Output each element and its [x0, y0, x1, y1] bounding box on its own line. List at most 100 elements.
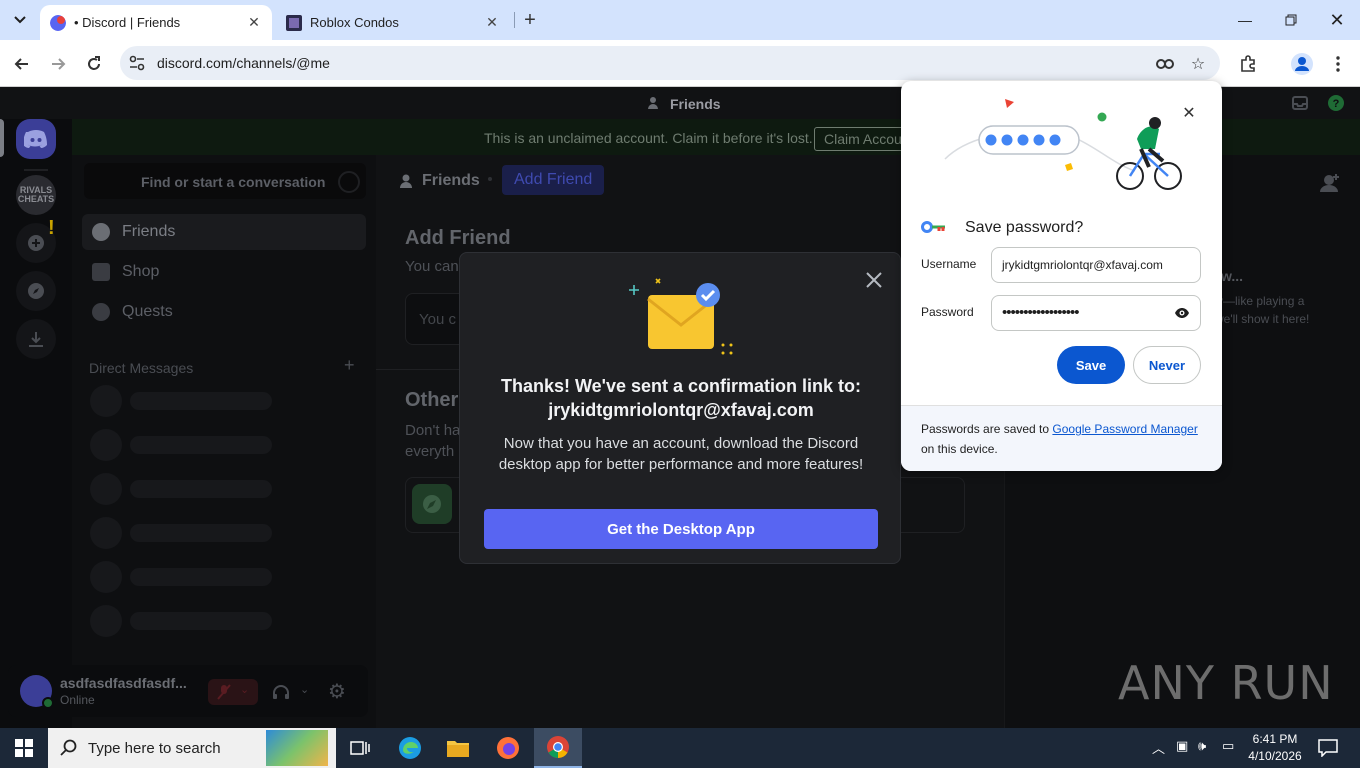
network-icon[interactable]: ▭: [1222, 738, 1234, 754]
tab-close-icon[interactable]: ✕: [482, 13, 502, 33]
tab-discord[interactable]: • Discord | Friends ✕: [40, 5, 272, 40]
add-friend-tab[interactable]: Add Friend: [502, 165, 605, 195]
online-status-dot: [42, 697, 54, 709]
chrome-taskbar-icon[interactable]: [534, 728, 582, 768]
dm-skeleton-bar: [130, 480, 272, 498]
google-password-manager-link[interactable]: Google Password Manager: [1052, 422, 1197, 436]
tab-close-icon[interactable]: ✕: [244, 13, 264, 33]
tray-device-icon[interactable]: ▣: [1176, 738, 1188, 754]
bubble-footer: Passwords are saved to Google Password M…: [901, 405, 1222, 471]
tray-chevron-up-icon[interactable]: ︿: [1152, 738, 1165, 757]
header-divider: [488, 177, 492, 181]
taskbar-clock[interactable]: 6:41 PM 4/10/2026: [1248, 731, 1302, 765]
password-field[interactable]: ••••••••••••••••••: [991, 295, 1201, 331]
user-status: Online: [60, 693, 95, 707]
inbox-icon[interactable]: [1292, 95, 1308, 111]
taskbar-search[interactable]: Type here to search: [48, 728, 336, 768]
edge-taskbar-icon[interactable]: [386, 728, 434, 768]
maximize-button[interactable]: [1268, 0, 1314, 40]
arrow-left-icon: [14, 58, 28, 70]
new-group-dm-icon[interactable]: [1320, 172, 1340, 192]
tab-roblox[interactable]: Roblox Condos ✕: [276, 5, 510, 40]
plus-circle-icon: [28, 235, 44, 251]
nav-quests[interactable]: Quests: [82, 294, 366, 330]
clock-time: 6:41 PM: [1252, 732, 1298, 746]
nav-quests-label: Quests: [122, 303, 173, 320]
volume-icon[interactable]: 🕪: [1198, 738, 1206, 754]
nav-shop[interactable]: Shop: [82, 254, 366, 290]
username-value: jrykidtgmriolontqr@xfavaj.com: [1002, 258, 1163, 272]
deafen-button[interactable]: ⌄: [270, 679, 314, 705]
compass-icon: [412, 484, 452, 524]
username-field[interactable]: jrykidtgmriolontqr@xfavaj.com: [991, 247, 1201, 283]
never-save-button[interactable]: Never: [1133, 346, 1201, 384]
site-info-icon[interactable]: [128, 54, 146, 72]
dm-skeleton-avatar: [90, 517, 122, 549]
download-icon: [29, 332, 43, 347]
modal-heading-line1: Thanks! We've sent a confirmation link t…: [500, 376, 861, 396]
dm-skeleton-avatar: [90, 561, 122, 593]
server-rivals-cheats[interactable]: RIVALS CHEATS: [16, 175, 56, 215]
rail-divider: [24, 169, 48, 171]
puzzle-icon: [1241, 55, 1255, 72]
footer-text: Passwords are saved to: [921, 422, 1053, 436]
download-apps-button[interactable]: [16, 319, 56, 359]
search-icon: [60, 739, 77, 756]
add-friend-placeholder: You c: [419, 311, 456, 328]
direct-messages-home-button[interactable]: [16, 119, 56, 159]
chrome-menu-button[interactable]: [1324, 50, 1352, 78]
start-button[interactable]: [0, 728, 48, 768]
eye-icon[interactable]: [1174, 305, 1190, 321]
tab-title: • Discord | Friends: [74, 15, 181, 30]
create-dm-button[interactable]: +: [344, 355, 355, 376]
notifications-icon[interactable]: [1318, 739, 1338, 757]
kebab-menu-icon: [1336, 56, 1340, 72]
new-tab-button[interactable]: +: [520, 9, 540, 31]
quests-icon: [92, 303, 110, 321]
confirmation-modal: Thanks! We've sent a confirmation link t…: [459, 252, 901, 564]
address-bar[interactable]: discord.com/channels/@me ☆: [120, 46, 1220, 80]
discover-button[interactable]: [16, 271, 56, 311]
password-key-icon[interactable]: [1156, 54, 1176, 74]
server-label: RIVALS CHEATS: [17, 185, 55, 204]
extensions-button[interactable]: [1234, 50, 1262, 78]
file-explorer-taskbar-icon[interactable]: [434, 728, 482, 768]
shop-icon: [92, 263, 110, 281]
reload-button[interactable]: [80, 50, 108, 78]
headphones-icon: [273, 685, 289, 699]
username-label: Username: [921, 257, 977, 271]
dm-skeleton-avatar: [90, 473, 122, 505]
mute-button[interactable]: ⌄: [208, 679, 258, 705]
username: asdfasdfasdfasdf...: [60, 675, 187, 691]
anyrun-watermark: ANY RUN: [1118, 656, 1334, 710]
dm-skeleton-bar: [130, 524, 272, 542]
active-now-text-2: we'll show it here!: [1215, 312, 1310, 326]
friends-icon: [648, 97, 658, 109]
dm-sidebar: Find or start a conversation Friends Sho…: [72, 155, 376, 728]
minimize-button[interactable]: —: [1222, 0, 1268, 40]
forward-button[interactable]: [44, 50, 72, 78]
back-button[interactable]: [8, 50, 36, 78]
get-desktop-app-button[interactable]: Get the Desktop App: [484, 509, 878, 549]
profile-button[interactable]: [1288, 50, 1316, 78]
nav-friends[interactable]: Friends: [82, 214, 366, 250]
bubble-title: Save password?: [965, 219, 1084, 236]
firefox-taskbar-icon[interactable]: [484, 728, 532, 768]
save-password-button[interactable]: Save: [1057, 346, 1125, 384]
add-server-button[interactable]: !: [16, 217, 56, 263]
windows-logo-icon: [15, 739, 33, 757]
bubble-close-button[interactable]: ✕: [1179, 103, 1199, 123]
modal-close-button[interactable]: [863, 269, 885, 291]
claim-account-button[interactable]: Claim Accou: [814, 127, 912, 151]
task-view-button[interactable]: [336, 728, 384, 768]
help-icon[interactable]: ?: [1328, 95, 1344, 111]
bookmark-star-icon[interactable]: ☆: [1188, 54, 1208, 74]
password-key-icon: [921, 221, 945, 233]
settings-gear-icon[interactable]: ⚙: [328, 679, 350, 703]
conversation-search[interactable]: Find or start a conversation: [84, 163, 366, 199]
search-highlight-image: [266, 730, 328, 766]
close-window-button[interactable]: ✕: [1314, 0, 1360, 40]
tab-search-button[interactable]: [8, 8, 32, 32]
add-friend-title: Add Friend: [405, 227, 511, 249]
clock-date: 4/10/2026: [1248, 749, 1302, 763]
